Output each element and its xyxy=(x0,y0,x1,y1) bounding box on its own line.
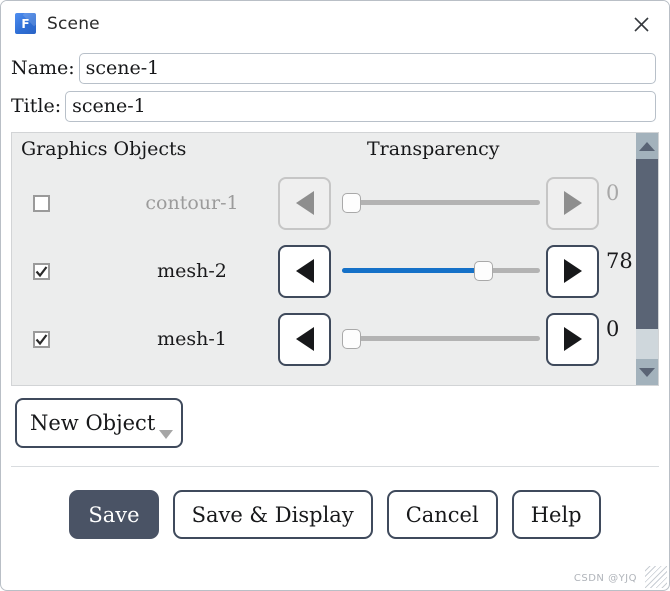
scene-dialog-window: F Scene Name: Title: Graphics Objects Tr… xyxy=(0,0,670,591)
new-object-button[interactable]: New Object xyxy=(15,398,183,448)
watermark-text: CSDN @YJQ xyxy=(573,573,637,584)
app-icon-letter: F xyxy=(21,16,30,31)
graphics-objects-panel: Graphics Objects Transparency contour-1 xyxy=(11,132,659,386)
row-checkbox-contour-1[interactable] xyxy=(33,194,50,212)
cancel-button[interactable]: Cancel xyxy=(386,490,498,539)
slider-handle[interactable] xyxy=(474,261,493,281)
chevron-down-icon xyxy=(159,430,173,439)
header-transparency: Transparency xyxy=(367,138,500,160)
transparency-slider-mesh-1[interactable] xyxy=(342,327,540,351)
footer-button-bar: Save Save & Display Cancel Help xyxy=(1,490,669,539)
row-checkbox-mesh-2[interactable] xyxy=(33,262,50,280)
save-and-display-button[interactable]: Save & Display xyxy=(172,490,373,539)
increase-transparency-button-mesh-2[interactable] xyxy=(546,244,599,298)
close-icon[interactable] xyxy=(627,10,655,38)
transparency-value-contour-1: 0 xyxy=(606,181,620,205)
new-object-area: New Object xyxy=(1,386,669,452)
row-label-contour-1: contour-1 xyxy=(145,192,239,214)
name-field-row: Name: xyxy=(1,49,669,87)
transparency-slider-mesh-2[interactable] xyxy=(342,259,540,283)
decrease-transparency-button-mesh-2[interactable] xyxy=(278,244,331,298)
window-title: Scene xyxy=(47,13,100,34)
scroll-up-arrow-icon[interactable] xyxy=(636,133,658,159)
table-row: mesh-1 0 xyxy=(12,305,658,373)
panel-scrollbar[interactable] xyxy=(636,133,658,385)
title-input[interactable] xyxy=(65,90,656,122)
triangle-left-icon xyxy=(295,191,314,215)
help-button[interactable]: Help xyxy=(511,490,601,539)
slider-handle xyxy=(342,193,361,213)
new-object-label: New Object xyxy=(30,411,156,435)
slider-fill xyxy=(342,268,482,273)
triangle-right-icon xyxy=(563,259,582,283)
title-field-row: Title: xyxy=(1,87,669,125)
decrease-transparency-button-contour-1 xyxy=(278,176,331,230)
slider-handle[interactable] xyxy=(342,329,361,349)
resize-grip[interactable] xyxy=(645,566,667,588)
increase-transparency-button-contour-1 xyxy=(546,176,599,230)
panel-header: Graphics Objects Transparency xyxy=(12,133,658,169)
title-label: Title: xyxy=(11,95,62,117)
decrease-transparency-button-mesh-1[interactable] xyxy=(278,312,331,366)
table-row: contour-1 0 xyxy=(12,169,658,237)
header-graphics-objects: Graphics Objects xyxy=(21,138,187,160)
transparency-slider-contour-1 xyxy=(342,191,540,215)
triangle-right-icon xyxy=(563,191,582,215)
table-row: mesh-2 78 xyxy=(12,237,658,305)
row-checkbox-mesh-1[interactable] xyxy=(33,330,50,348)
title-bar: F Scene xyxy=(1,1,669,46)
save-button[interactable]: Save xyxy=(69,490,159,539)
slider-track xyxy=(342,200,540,205)
transparency-value-mesh-2: 78 xyxy=(606,249,633,273)
transparency-value-mesh-1: 0 xyxy=(606,317,620,341)
triangle-left-icon xyxy=(295,327,314,351)
row-label-mesh-2: mesh-2 xyxy=(157,260,227,282)
name-label: Name: xyxy=(11,57,75,79)
scroll-down-arrow-icon[interactable] xyxy=(636,359,658,385)
scrollbar-thumb[interactable] xyxy=(636,159,658,329)
name-input[interactable] xyxy=(78,52,656,84)
footer-divider xyxy=(11,466,659,467)
slider-track xyxy=(342,336,540,341)
triangle-right-icon xyxy=(563,327,582,351)
row-label-mesh-1: mesh-1 xyxy=(157,328,227,350)
increase-transparency-button-mesh-1[interactable] xyxy=(546,312,599,366)
freecad-f-icon: F xyxy=(15,13,36,34)
triangle-left-icon xyxy=(295,259,314,283)
